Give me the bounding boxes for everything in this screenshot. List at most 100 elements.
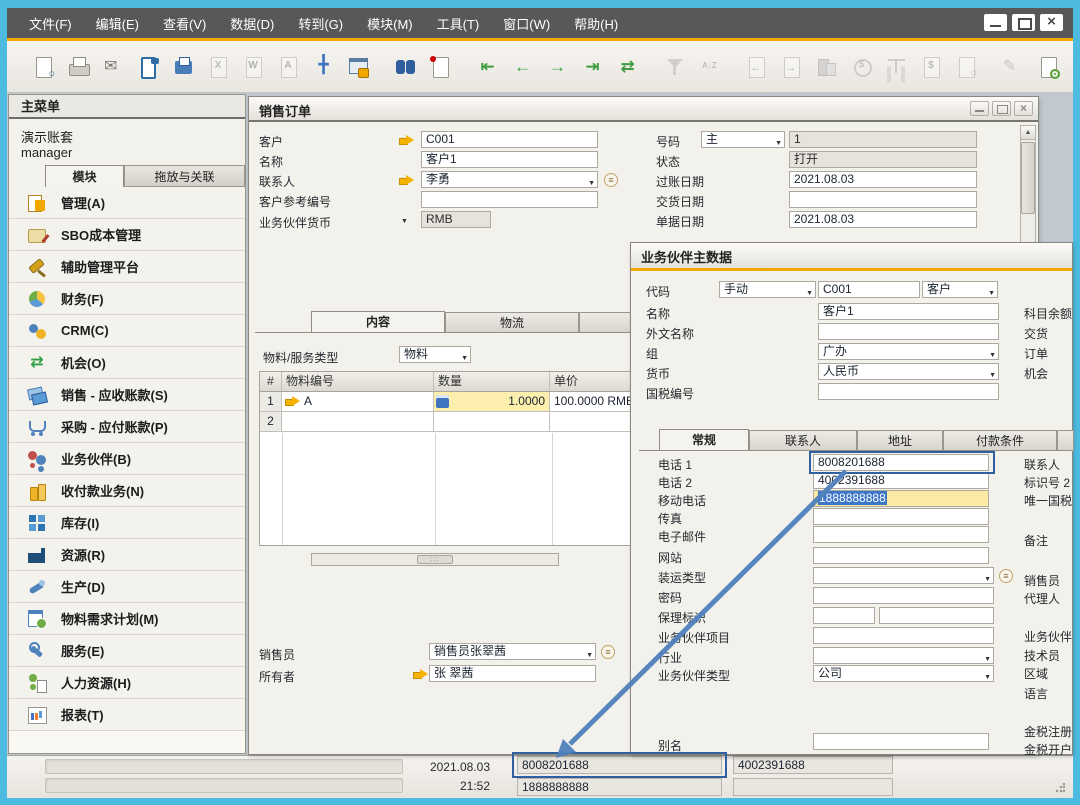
app-maximize-button[interactable] [1012,14,1035,31]
module-sales-ar[interactable]: 销售 - 应收账款(S) [9,379,245,411]
owner-link-arrow-icon[interactable] [413,669,429,680]
item-link-arrow-icon[interactable] [285,396,301,407]
module-resources[interactable]: 资源(R) [9,539,245,571]
so-tab-contents[interactable]: 内容 [311,311,445,332]
copy-to-icon[interactable] [779,54,804,80]
contact-dropdown[interactable]: 李勇 ▼ [421,171,598,188]
email-field[interactable] [813,526,989,543]
module-service[interactable]: 服务(E) [9,635,245,667]
factoring-field-2[interactable] [879,607,994,624]
module-mrp[interactable]: 物料需求计划(M) [9,603,245,635]
item-service-type-dropdown[interactable]: 物料 ▼ [399,346,471,363]
next-record-icon[interactable]: → [545,54,570,80]
password-field[interactable] [813,587,994,604]
so-maximize-button[interactable] [992,101,1011,116]
so-tab-logistics[interactable]: 物流 [445,312,579,333]
customer-ref-field[interactable] [421,191,598,208]
salesperson-channel-icon[interactable]: ≡ [601,645,615,659]
scrollbar-grip[interactable]: ::: [417,555,453,564]
app-minimize-button[interactable] [984,14,1007,31]
module-sbo-cost[interactable]: SBO成本管理 [9,219,245,251]
scrollbar-thumb[interactable] [1021,142,1035,214]
number-series-dropdown[interactable]: 主 ▼ [701,131,785,148]
shipping-type-dropdown[interactable]: ▼ [813,567,994,584]
document-date-field[interactable]: 2021.08.03 [789,211,977,228]
bp-foreign-name-field[interactable] [818,323,999,340]
module-purchasing-ap[interactable]: 采购 - 应付账款(P) [9,411,245,443]
menu-file[interactable]: 文件(F) [29,14,72,33]
so-close-button[interactable] [1014,101,1033,116]
fax-field[interactable] [813,508,989,525]
contact-channel-icon[interactable]: ≡ [604,173,618,187]
print-preview-icon[interactable] [31,54,56,80]
module-crm[interactable]: CRM(C) [9,315,245,347]
module-banking[interactable]: 收付款业务(N) [9,475,245,507]
module-production[interactable]: 生产(D) [9,571,245,603]
opportunities-label[interactable]: 机会 [1024,365,1048,382]
bp-type-dropdown[interactable]: 客户 ▼ [922,281,998,298]
form-settings-icon[interactable] [1036,54,1061,80]
refresh-record-icon[interactable]: ⇄ [615,54,640,80]
query-icon[interactable] [954,54,979,80]
export-pdf-icon[interactable] [276,54,301,80]
payment-means-icon[interactable] [814,54,839,80]
menu-help[interactable]: 帮助(H) [574,14,618,33]
factoring-field-1[interactable] [813,607,875,624]
menu-view[interactable]: 查看(V) [163,14,206,33]
grid-horizontal-scrollbar[interactable]: ::: [311,553,559,566]
sales-order-titlebar[interactable]: 销售订单 [249,97,1038,122]
edit-icon[interactable] [1001,54,1026,80]
bp-type-general-dropdown[interactable]: 公司 ▼ [813,665,994,682]
mobile-field[interactable]: 1888888888 [813,490,989,507]
sms-icon[interactable] [136,54,161,80]
copy-from-icon[interactable] [744,54,769,80]
bp-currency-dropdown-label[interactable]: 业务伙伴货币 [259,214,331,231]
customer-link-arrow-icon[interactable] [399,135,415,146]
module-financials[interactable]: 财务(F) [9,283,245,315]
bp-group-dropdown[interactable]: 广办 ▼ [818,343,999,360]
first-record-icon[interactable]: ⇤ [475,54,500,80]
row1-quantity-cell[interactable]: 1.0000 [434,392,550,412]
sort-icon[interactable] [697,54,722,80]
phone2-field[interactable]: 4002391688 [813,472,989,489]
bp-code-mode-dropdown[interactable]: 手动 ▼ [719,281,816,298]
deliveries-label[interactable]: 交货 [1024,325,1048,342]
bp-tab-payment-terms[interactable]: 付款条件 [943,430,1057,451]
delivery-date-field[interactable] [789,191,977,208]
bp-name-field[interactable]: 客户1 [818,303,999,320]
phone1-field[interactable]: 8008201688 [813,454,989,471]
open-items-list-icon[interactable] [428,54,453,80]
bp-titlebar[interactable]: 业务伙伴主数据 [631,243,1072,268]
app-close-button[interactable] [1040,14,1063,31]
export-word-icon[interactable] [241,54,266,80]
scroll-up-icon[interactable]: ▲ [1021,126,1035,140]
menu-modules[interactable]: 模块(M) [367,14,413,33]
gross-profit-icon[interactable] [849,54,874,80]
bp-project-field[interactable] [813,627,994,644]
bp-tax-no-field[interactable] [818,383,999,400]
salesperson-dropdown[interactable]: 销售员张翠茜 ▼ [429,643,596,660]
bp-tab-partial[interactable] [1057,430,1074,451]
bp-currency-dropdown[interactable]: 人民币 ▼ [818,363,999,380]
row2-number[interactable]: 2 [260,412,282,432]
so-minimize-button[interactable] [970,101,989,116]
resize-grip[interactable] [1055,783,1065,793]
module-reports[interactable]: 报表(T) [9,699,245,731]
orders-label[interactable]: 订单 [1024,345,1048,362]
export-excel-icon[interactable] [206,54,231,80]
row2-item-cell[interactable] [282,412,434,432]
find-icon[interactable] [393,54,418,80]
filter-icon[interactable] [662,54,687,80]
alias-field[interactable] [813,733,989,750]
module-administration[interactable]: 管理(A) [9,187,245,219]
module-inventory[interactable]: 库存(I) [9,507,245,539]
module-business-partners[interactable]: 业务伙伴(B) [9,443,245,475]
contact-link-arrow-icon[interactable] [399,175,415,186]
bp-tab-addresses[interactable]: 地址 [857,430,943,451]
menu-goto[interactable]: 转到(G) [298,14,343,33]
menu-window[interactable]: 窗口(W) [503,14,550,33]
bp-code-field[interactable]: C001 [818,281,920,298]
account-balance-label[interactable]: 科目余额 [1024,305,1072,322]
posting-date-field[interactable]: 2021.08.03 [789,171,977,188]
journal-entry-icon[interactable] [919,54,944,80]
